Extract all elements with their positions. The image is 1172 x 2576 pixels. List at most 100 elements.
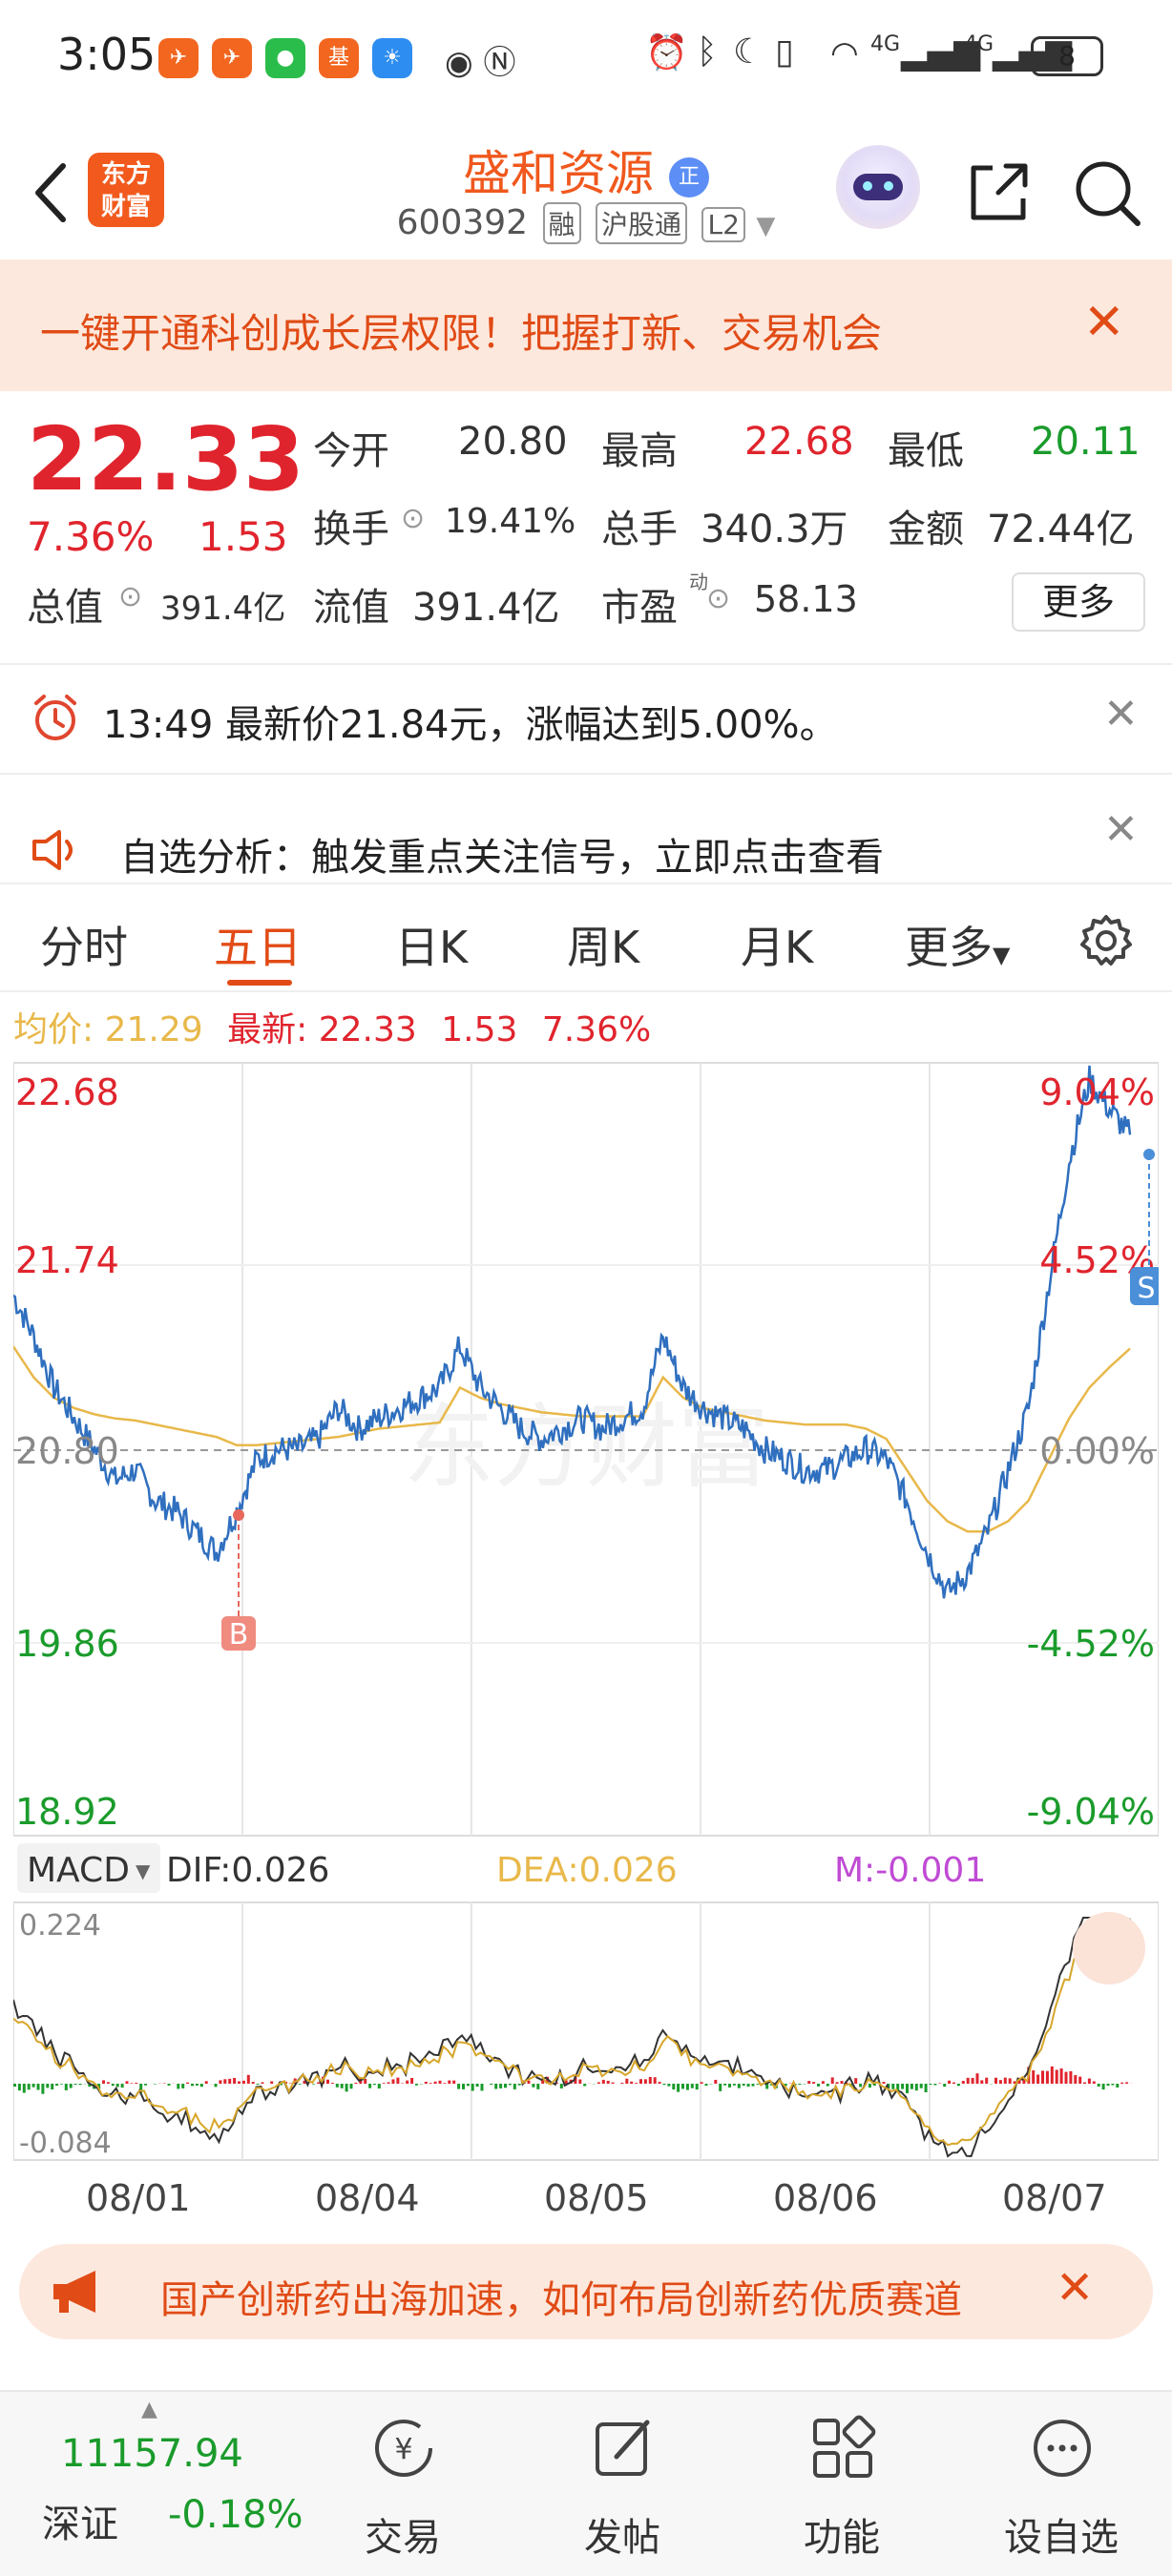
open-value: 20.80: [458, 420, 568, 464]
more-quote-button[interactable]: 更多: [1012, 572, 1145, 632]
macd-bar: [167, 2084, 171, 2086]
macd-bar: [704, 2084, 708, 2087]
index-ticker[interactable]: ▲ 11157.94 深证 -0.18%: [0, 2392, 315, 2576]
tab-five-day[interactable]: 五日: [214, 913, 302, 976]
macd-bar: [1055, 2069, 1058, 2084]
macd-bar: [508, 2084, 512, 2086]
macd-bar: [732, 2084, 736, 2086]
macd-bar: [41, 2084, 45, 2094]
macd-bar: [191, 2084, 194, 2087]
svg-text:¥: ¥: [394, 2433, 412, 2466]
macd-bar: [504, 2084, 507, 2088]
macd-bar: [153, 2084, 157, 2085]
nav-add-watchlist[interactable]: 设自选: [966, 2392, 1157, 2576]
macd-bar: [830, 2077, 834, 2084]
info-icon[interactable]: ⊙: [401, 502, 425, 535]
macd-bar: [681, 2084, 684, 2089]
macd-bar: [746, 2084, 750, 2088]
macd-bar: [872, 2084, 876, 2087]
tab-monthly-k[interactable]: 月K: [741, 913, 813, 976]
macd-bar: [596, 2082, 600, 2084]
info-icon[interactable]: ⊙: [706, 582, 730, 615]
macd-bar: [1008, 2078, 1012, 2084]
float-value-label: 流值: [313, 586, 389, 630]
alert-close-icon[interactable]: ✕: [1103, 690, 1139, 738]
trade-icon: ¥: [375, 2420, 432, 2477]
caret-up-icon: ▲: [141, 2398, 157, 2421]
news-ad-text: 国产创新药出海加速，如何布局创新药优质赛道: [160, 2278, 962, 2322]
macd-bar: [583, 2084, 587, 2087]
macd-bar: [238, 2081, 241, 2084]
macd-bar: [1111, 2084, 1115, 2086]
promo-banner[interactable]: 一键开通科创成长层权限！把握打新、交易机会 ✕: [0, 260, 1172, 391]
network-type-2: 4G: [964, 32, 994, 56]
macd-bar: [111, 2084, 115, 2087]
macd-bar: [1116, 2084, 1120, 2088]
tab-daily-k[interactable]: 日K: [395, 913, 468, 976]
macd-bar: [854, 2078, 858, 2084]
info-icon[interactable]: ⊙: [118, 580, 142, 613]
analysis-close-icon[interactable]: ✕: [1103, 805, 1139, 854]
tab-intraday[interactable]: 分时: [40, 913, 128, 976]
battery-level: 8: [1058, 40, 1076, 72]
macd-bar: [690, 2084, 694, 2088]
price-alert-bar[interactable]: 13:49 最新价21.84元，涨幅达到5.00%。 ✕: [0, 663, 1172, 768]
macd-bar: [335, 2084, 339, 2088]
nav-trade[interactable]: ¥ 交易: [307, 2392, 498, 2576]
macd-bar: [891, 2084, 895, 2089]
macd-bar: [929, 2084, 932, 2085]
macd-bar: [952, 2082, 955, 2084]
macd-bar: [667, 2084, 671, 2087]
verified-badge: 正: [668, 156, 709, 197]
macd-selector[interactable]: MACD: [27, 1851, 130, 1890]
tab-weekly-k[interactable]: 周K: [567, 913, 639, 976]
share-icon[interactable]: [960, 155, 1036, 231]
macd-bar: [653, 2077, 657, 2084]
wechat-icon: ●: [265, 38, 305, 78]
macd-bar: [1120, 2082, 1124, 2084]
change-pct: 7.36%: [27, 513, 155, 560]
search-icon[interactable]: [1069, 155, 1145, 231]
macd-bar: [517, 2084, 521, 2086]
nav-post[interactable]: 发帖: [527, 2392, 718, 2576]
ad-close-icon[interactable]: ✕: [1056, 2261, 1094, 2315]
macd-bar: [471, 2084, 474, 2091]
macd-bar: [256, 2084, 260, 2085]
macd-bar: [812, 2082, 816, 2084]
y-label-lower: 19.86: [15, 1623, 119, 1665]
status-bar: 3:05 ✈ ✈ ● 基 ☀ ◉ Ⓝ ⏰ ᛒ ☾ ▯ ◠ 4G ▂▄▆ 4G ▂…: [0, 0, 1172, 114]
macd-bar: [135, 2083, 138, 2084]
x-label: 08/01: [86, 2177, 191, 2219]
y-label-mid: 20.80: [15, 1430, 119, 1472]
nav-functions[interactable]: 功能: [746, 2392, 937, 2576]
x-axis-labels: 08/01 08/04 08/05 08/06 08/07: [13, 2177, 1159, 2225]
macd-bar: [186, 2082, 190, 2084]
tab-more[interactable]: 更多▼: [905, 913, 1010, 976]
analysis-bar[interactable]: 自选分析：触发重点关注信号，立即点击查看 ✕: [0, 773, 1172, 883]
macd-bar: [998, 2080, 1002, 2084]
macd-bar: [910, 2084, 913, 2089]
macd-bar: [326, 2079, 329, 2084]
five-day-chart[interactable]: 东方财富 22.68 21.74 20.80 19.86 18.92 9.04%…: [11, 1059, 1162, 2219]
macd-bar: [46, 2084, 50, 2088]
macd-bar: [251, 2082, 255, 2084]
speaker-icon: [32, 830, 73, 870]
assistant-robot-icon[interactable]: [836, 145, 920, 229]
macd-bar: [648, 2076, 652, 2084]
sell-marker[interactable]: S: [1130, 1149, 1162, 1305]
settings-gear-icon[interactable]: [1077, 911, 1136, 970]
nav-trade-label: 交易: [365, 2516, 441, 2560]
promo-close-icon[interactable]: ✕: [1083, 294, 1125, 351]
macd-bar: [948, 2080, 952, 2084]
news-ad-banner[interactable]: 国产创新药出海加速，如何布局创新药优质赛道 ✕: [19, 2244, 1153, 2339]
macd-bar: [64, 2084, 68, 2090]
macd-bar: [312, 2084, 316, 2085]
total-value: 391.4亿: [160, 590, 286, 628]
macd-dif-line: [12, 1917, 1131, 2158]
macd-bar: [933, 2084, 937, 2086]
buy-marker[interactable]: B: [221, 1509, 256, 1652]
nav-functions-label: 功能: [804, 2516, 880, 2560]
macd-bar: [349, 2084, 353, 2089]
macd-bar: [241, 2080, 245, 2084]
macd-bar: [214, 2084, 218, 2088]
